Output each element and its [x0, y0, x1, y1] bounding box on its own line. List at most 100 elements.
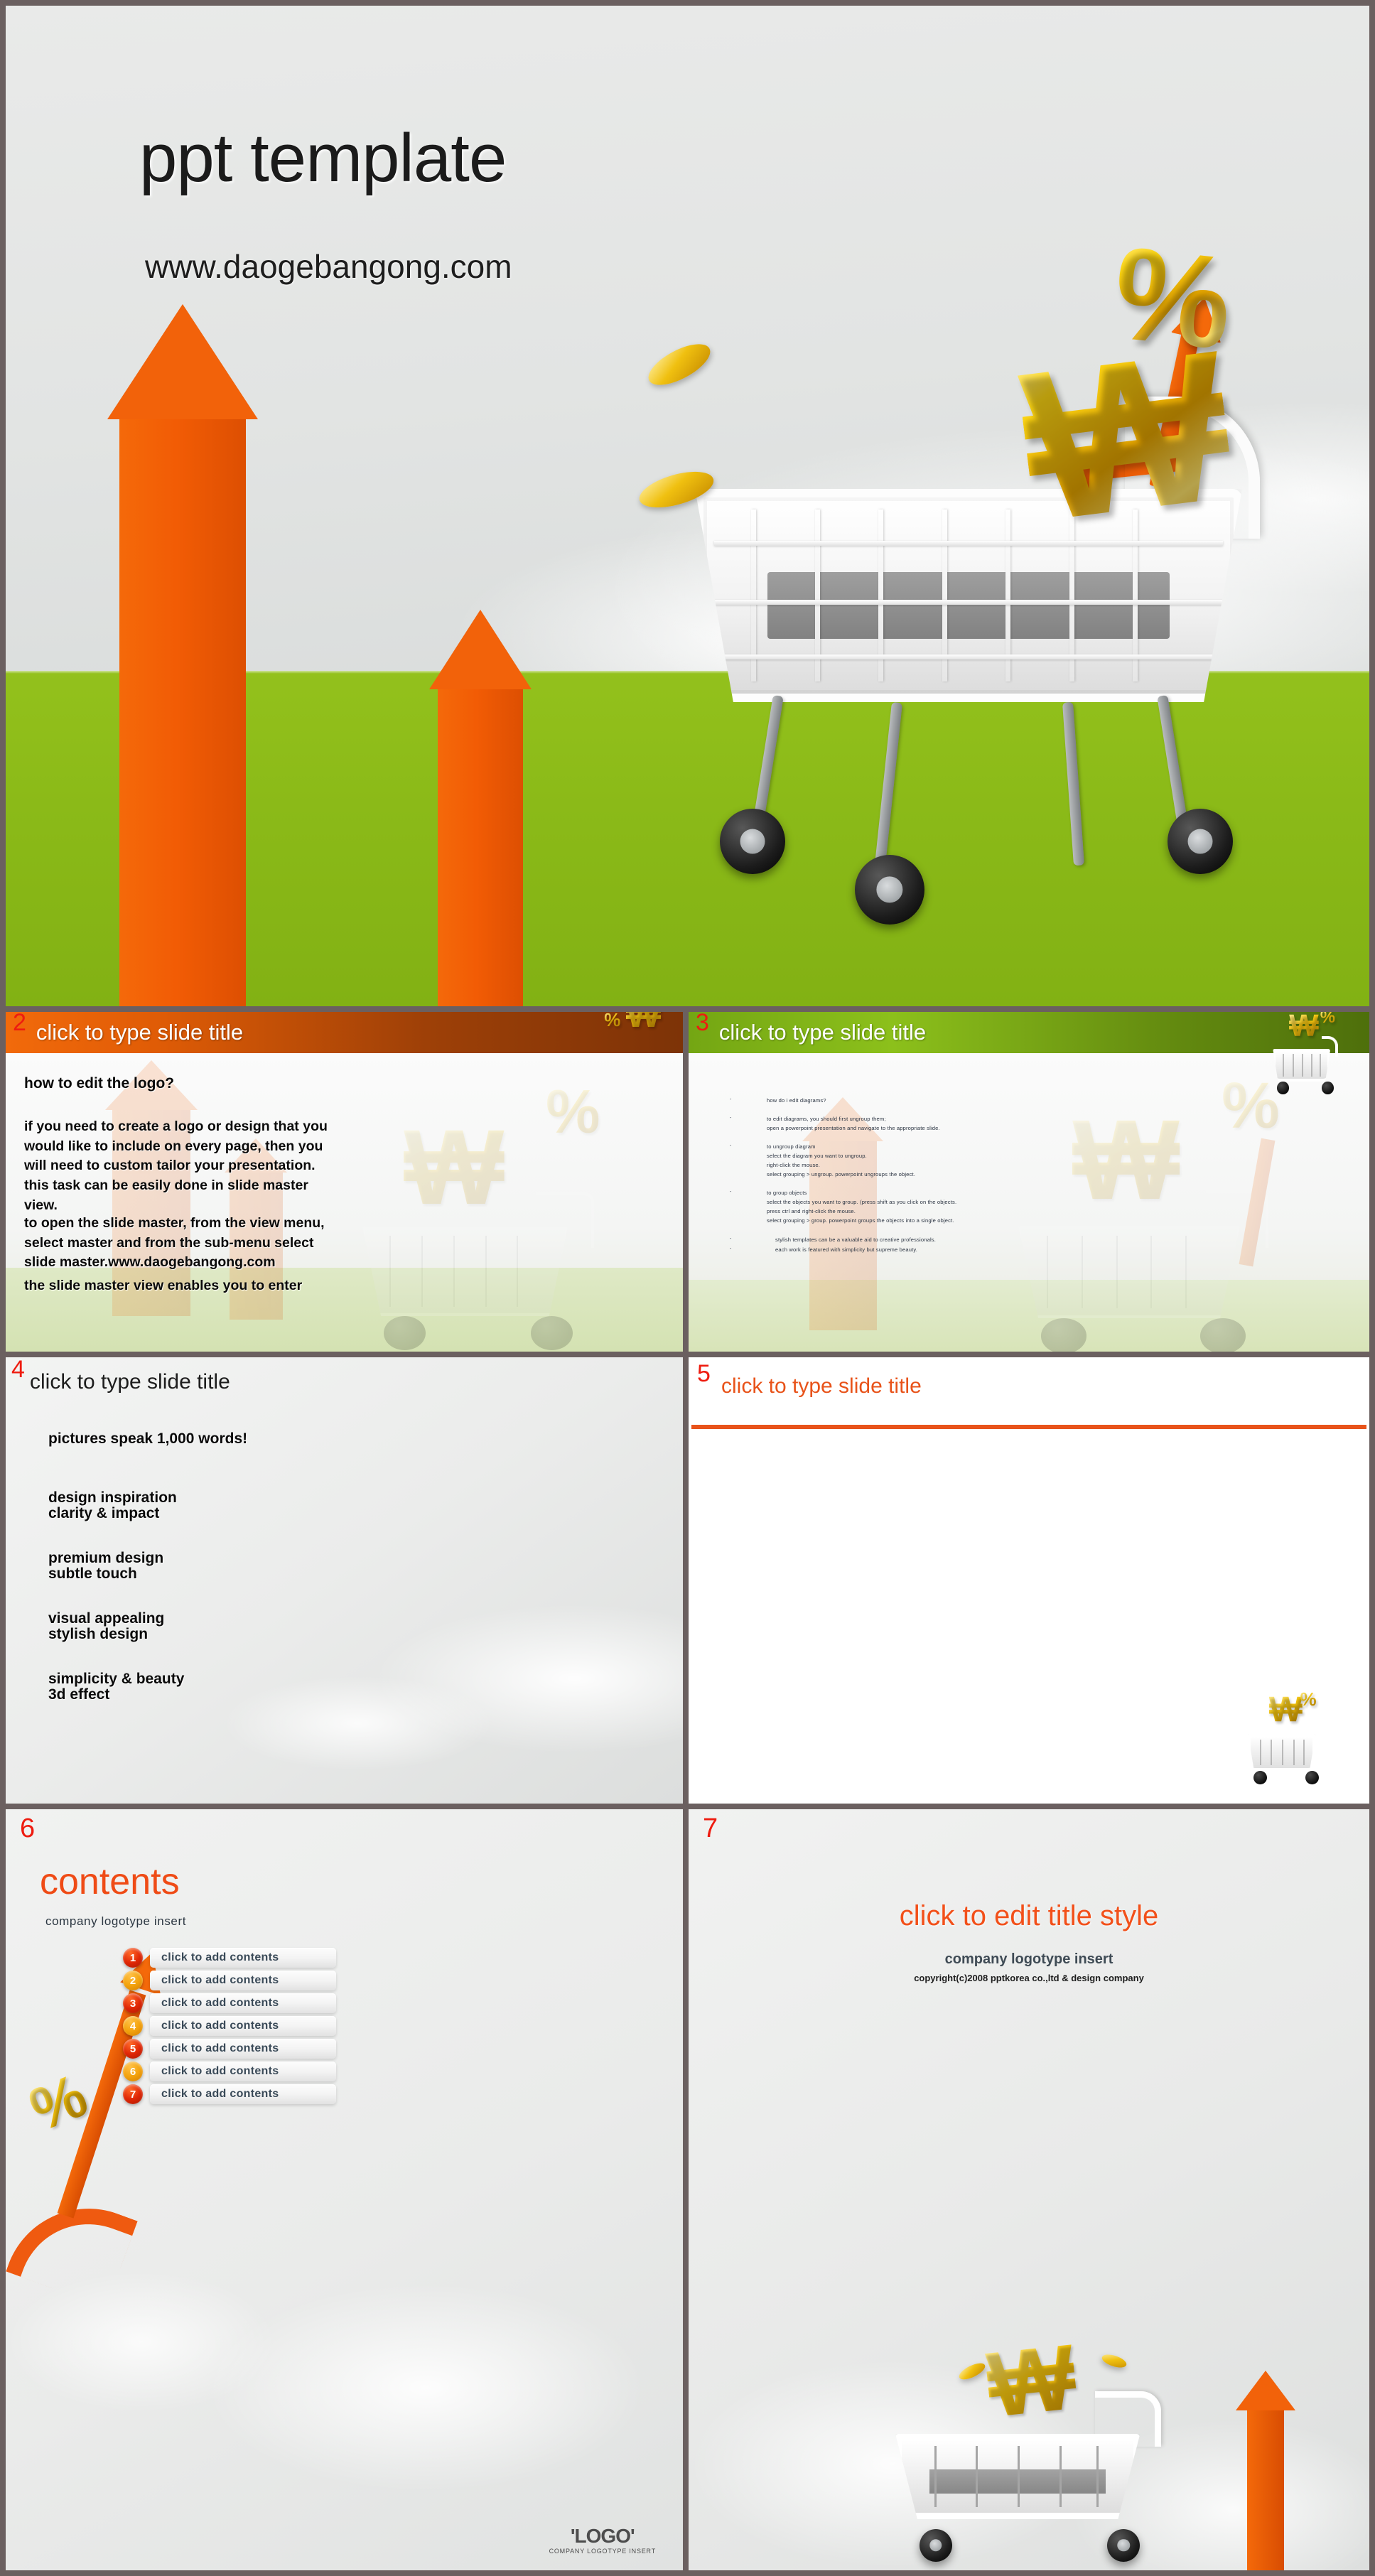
cover-subtitle: www.daogebangong.com	[145, 248, 512, 285]
up-arrow-icon	[1247, 2407, 1284, 2570]
slide-2-header[interactable]: 2 click to type slide title ₩ %	[6, 1012, 683, 1053]
bullet-text: stylish templates can be a valuable aid …	[775, 1236, 937, 1243]
item-label: click to add contents	[161, 2042, 279, 2054]
item-number-badge: 5	[123, 2039, 143, 2059]
item-number-badge: 1	[123, 1948, 143, 1968]
up-arrow-icon	[107, 304, 258, 1006]
list-item: - each work is featured with simplicity …	[730, 1245, 1028, 1254]
slide-number: 6	[20, 1814, 36, 1843]
cover-title: ppt template	[139, 120, 507, 196]
cart-wheel	[1107, 2529, 1141, 2562]
item-pill[interactable]: click to add contents	[150, 2084, 336, 2104]
cover-slide[interactable]: ₩ % ppt template www.daogebangong.com	[6, 6, 1369, 1006]
item-number-badge: 7	[123, 2084, 143, 2104]
shopping-cart-icon: ₩	[880, 2324, 1179, 2566]
bullet-text: press ctrl and right-click the mouse.	[767, 1208, 856, 1215]
slide-2-paragraph: the slide master view enables you to ent…	[24, 1278, 303, 1293]
list-item: - to group objects select the objects yo…	[730, 1188, 1028, 1225]
bullet-text: right-click the mouse.	[767, 1162, 821, 1169]
slide-4-line: clarity & impact	[48, 1505, 160, 1521]
cart-wheel	[919, 2529, 952, 2562]
list-item[interactable]: 2 click to add contents	[123, 1971, 336, 1990]
shopping-cart-icon: ₩ %	[1268, 1012, 1342, 1097]
slide-number: 4	[11, 1357, 25, 1383]
slide-title-placeholder[interactable]: click to type slide title	[30, 1370, 230, 1394]
copyright-text: copyright(c)2008 pptkorea co.,ltd & desi…	[914, 1973, 1144, 1983]
list-item: - to ungroup diagram select the diagram …	[730, 1142, 1028, 1179]
slide-title-placeholder[interactable]: click to edit title style	[689, 1900, 1369, 1932]
shopping-cart-icon: ₩ %	[1243, 1690, 1330, 1788]
slide-4[interactable]: 4 click to type slide title pictures spe…	[6, 1357, 683, 1804]
item-pill[interactable]: click to add contents	[150, 2062, 336, 2081]
list-item: - to edit diagrams, you should first ung…	[730, 1114, 1028, 1133]
slide-title-placeholder[interactable]: click to type slide title	[36, 1020, 243, 1045]
company-logotype-text: company logotype insert	[944, 1951, 1114, 1967]
item-pill[interactable]: click to add contents	[150, 2016, 336, 2036]
bullet-text: select grouping > ungroup. powerpoint un…	[767, 1171, 916, 1178]
slide-4-line: pictures speak 1,000 words!	[48, 1430, 248, 1447]
bullet-text: select the diagram you want to ungroup.	[767, 1153, 867, 1160]
slide-7[interactable]: 7 click to edit title style company logo…	[689, 1809, 1369, 2570]
percent-symbol-icon: %	[1106, 219, 1239, 378]
coin-icon	[1100, 2351, 1128, 2371]
cart-wheel	[720, 809, 785, 874]
bullet-text: how do i edit diagrams?	[767, 1097, 826, 1104]
bullet-text: open a powerpoint presentation and navig…	[767, 1125, 940, 1132]
bullet-text: to group objects	[767, 1190, 807, 1197]
slide-2-paragraph: if you need to create a logo or design t…	[24, 1119, 328, 1213]
item-number-badge: 3	[123, 1993, 143, 2013]
slide-number: 3	[696, 1012, 709, 1036]
slide-2-paragraph: to open the slide master, from the view …	[24, 1215, 325, 1271]
slide-3-header[interactable]: 3 click to type slide title	[689, 1012, 1369, 1053]
list-item[interactable]: 3 click to add contents	[123, 1993, 336, 2013]
logo-subtext: COMPANY LOGOTYPE INSERT	[549, 2548, 656, 2555]
cart-wheel	[1168, 809, 1233, 874]
slide-3[interactable]: ₩ % 3 click to type slide title ₩ % - ho…	[689, 1012, 1369, 1352]
slide-2[interactable]: ₩ % 2 click to type slide title ₩ % how …	[6, 1012, 683, 1352]
list-item: - how do i edit diagrams?	[730, 1096, 1028, 1105]
slide-title-placeholder[interactable]: click to type slide title	[719, 1020, 926, 1045]
item-pill[interactable]: click to add contents	[150, 2039, 336, 2059]
list-item[interactable]: 1 click to add contents	[123, 1948, 336, 1968]
item-label: click to add contents	[161, 2088, 279, 2100]
bullet-text: each work is featured with simplicity bu…	[775, 1246, 918, 1253]
item-label: click to add contents	[161, 2065, 279, 2077]
contents-list[interactable]: 1 click to add contents 2 click to add c…	[123, 1948, 336, 2107]
slide-2-heading: how to edit the logo?	[24, 1075, 175, 1092]
bullet-text: select the objects you want to group. (p…	[767, 1199, 957, 1206]
slide-number: 7	[703, 1814, 718, 1843]
slide-3-bullet-list: - how do i edit diagrams? - to edit diag…	[730, 1096, 1028, 1263]
slide-title-placeholder[interactable]: click to type slide title	[721, 1374, 922, 1399]
slide-number: 2	[13, 1012, 26, 1036]
logo-footer: 'LOGO' COMPANY LOGOTYPE INSERT	[549, 2525, 656, 2555]
coin-icon	[956, 2360, 988, 2383]
item-label: click to add contents	[161, 1997, 279, 2009]
logo-text: 'LOGO'	[570, 2525, 635, 2547]
contents-heading: contents	[40, 1861, 180, 1902]
slide-4-line: stylish design	[48, 1626, 149, 1642]
list-item[interactable]: 5 click to add contents	[123, 2039, 336, 2059]
item-pill[interactable]: click to add contents	[150, 1993, 336, 2013]
won-symbol-icon: ₩	[982, 2324, 1081, 2437]
slide-4-line: subtle touch	[48, 1565, 137, 1582]
item-number-badge: 2	[123, 1971, 143, 1990]
item-number-badge: 4	[123, 2016, 143, 2036]
list-item[interactable]: 6 click to add contents	[123, 2062, 336, 2081]
item-pill[interactable]: click to add contents	[150, 1948, 336, 1968]
title-divider	[691, 1425, 1366, 1429]
list-item[interactable]: 7 click to add contents	[123, 2084, 336, 2104]
item-pill[interactable]: click to add contents	[150, 1971, 336, 1990]
item-number-badge: 6	[123, 2062, 143, 2081]
slide-5[interactable]: 5 click to type slide title ₩ %	[689, 1357, 1369, 1804]
list-item: - stylish templates can be a valuable ai…	[730, 1235, 1028, 1244]
cart-wheel	[855, 855, 924, 925]
item-label: click to add contents	[161, 1951, 279, 1963]
bullet-text: to edit diagrams, you should first ungro…	[767, 1116, 886, 1123]
bullet-text: to ungroup diagram	[767, 1143, 816, 1150]
item-label: click to add contents	[161, 2020, 279, 2032]
up-arrow-head-icon	[1236, 2371, 1295, 2410]
bullet-text: select grouping > group. powerpoint grou…	[767, 1217, 954, 1224]
list-item[interactable]: 4 click to add contents	[123, 2016, 336, 2036]
contents-subheading: company logotype insert	[45, 1914, 187, 1928]
slide-6[interactable]: 6 contents company logotype insert % 1 c…	[6, 1809, 683, 2570]
